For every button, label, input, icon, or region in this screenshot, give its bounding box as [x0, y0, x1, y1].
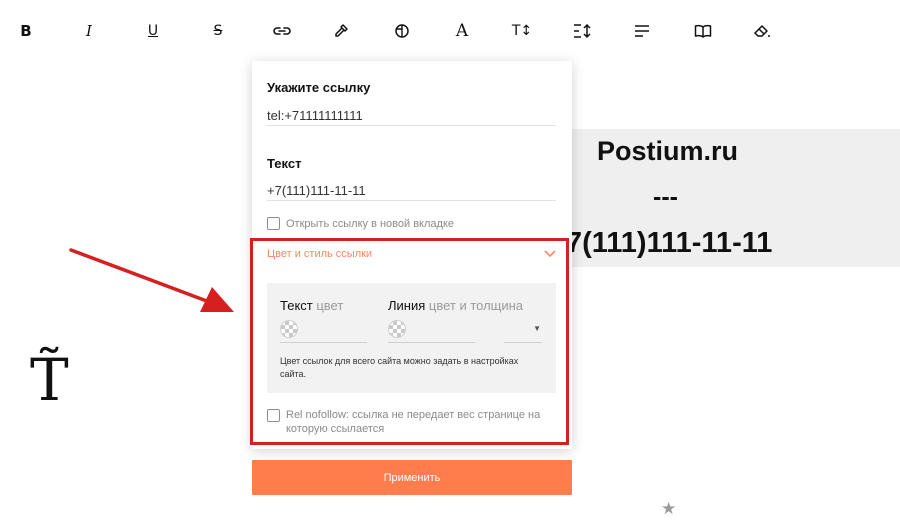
text-style-button[interactable]: A: [447, 18, 477, 44]
text-size-icon: T↕: [511, 23, 533, 39]
line-height-icon: [574, 23, 591, 39]
font-button[interactable]: [387, 18, 417, 44]
editor-toolbar: B I U S A T↕: [0, 18, 900, 44]
align-icon: [635, 25, 649, 37]
globe-icon: [395, 24, 409, 38]
italic-icon: I: [86, 22, 92, 40]
eraser-icon: [754, 25, 770, 37]
new-tab-checkbox[interactable]: [267, 217, 280, 230]
align-button[interactable]: [627, 18, 657, 44]
url-label: Укажите ссылку: [267, 80, 371, 95]
color-picker-button[interactable]: [326, 18, 356, 44]
site-title: Postium.ru: [597, 136, 739, 166]
annotation-highlight-box: [250, 238, 569, 445]
new-tab-label: Открыть ссылку в новой вкладке: [286, 218, 454, 230]
star-icon[interactable]: ★: [661, 499, 676, 519]
clear-format-button[interactable]: [747, 18, 777, 44]
link-icon: [273, 27, 291, 35]
line-height-button[interactable]: [567, 18, 597, 44]
bold-button[interactable]: B: [11, 18, 41, 44]
underline-icon: U: [147, 23, 159, 39]
italic-button[interactable]: I: [74, 18, 104, 44]
apply-button[interactable]: Применить: [252, 460, 572, 495]
bold-icon: B: [20, 22, 32, 40]
url-input[interactable]: [267, 106, 556, 126]
text-style-icon: A: [455, 21, 469, 41]
text-size-button[interactable]: T↕: [507, 18, 537, 44]
quote-button[interactable]: [688, 18, 718, 44]
phone-text: +7(111)111-11-11: [549, 227, 773, 259]
link-button[interactable]: [267, 18, 297, 44]
eyedropper-icon: [335, 24, 348, 37]
text-label: Текст: [267, 156, 302, 171]
separator-text: ---: [653, 183, 678, 211]
link-text-input[interactable]: [267, 181, 556, 201]
book-icon: [694, 24, 712, 38]
underline-button[interactable]: U: [138, 18, 168, 44]
strikethrough-icon: S: [213, 23, 223, 39]
tilda-logo: T̃: [30, 346, 69, 414]
strikethrough-button[interactable]: S: [203, 18, 233, 44]
